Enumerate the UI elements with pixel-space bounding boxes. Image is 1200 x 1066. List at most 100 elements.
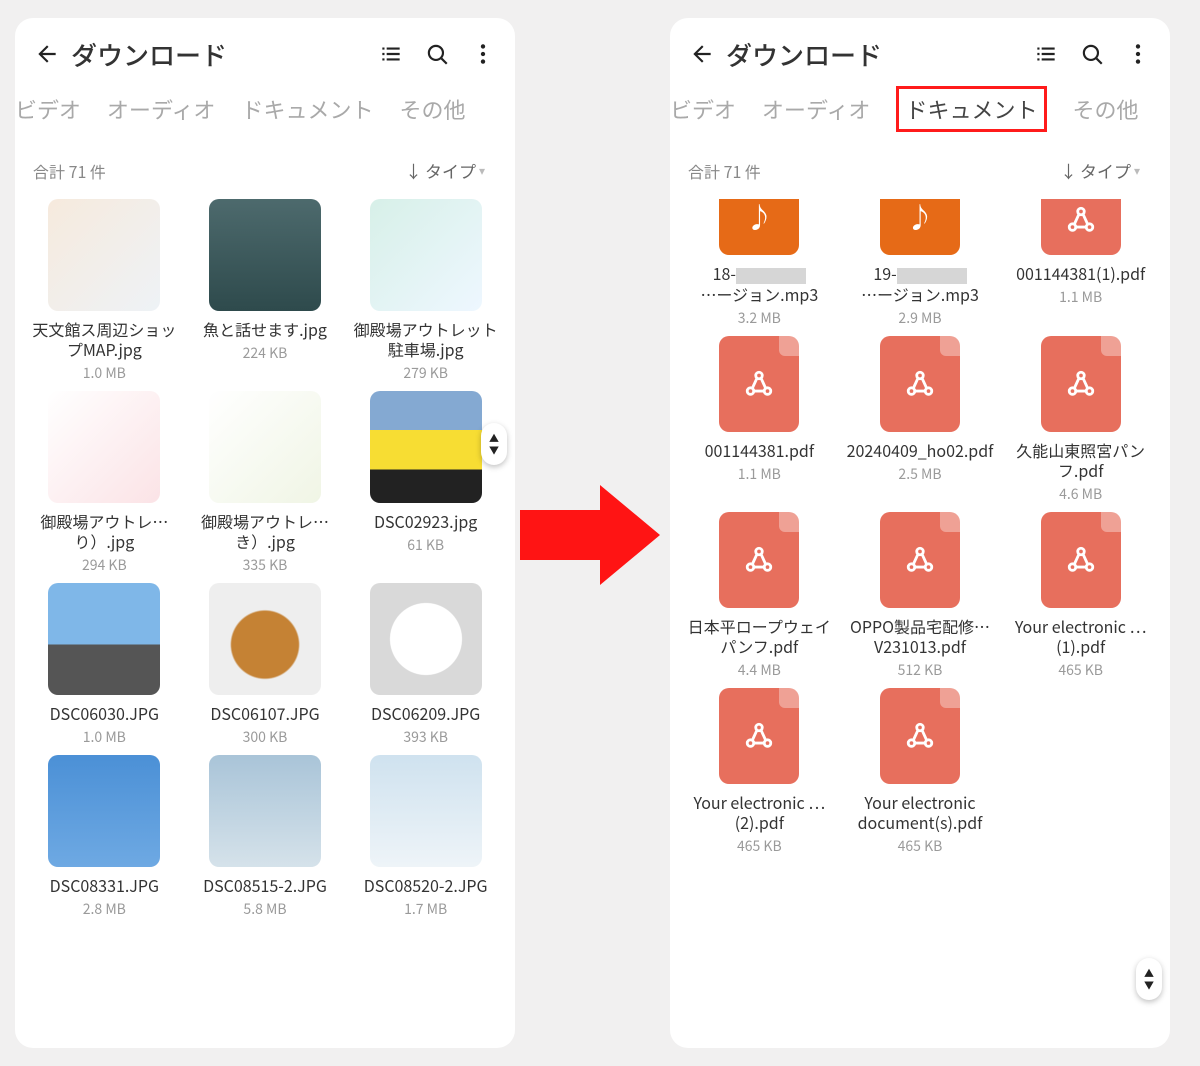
file-item[interactable]: 天文館ス周辺ショップMAP.jpg 1.0 MB	[27, 199, 182, 383]
file-name: DSC06209.JPG	[371, 703, 480, 723]
file-size: 2.5 MB	[898, 464, 941, 484]
file-item[interactable]: DSC08515-2.JPG5.8 MB	[188, 755, 343, 919]
tab-video[interactable]: ビデオ	[670, 93, 736, 125]
file-item[interactable]: 魚と話せます.jpg224 KB	[188, 199, 343, 383]
file-icon	[880, 688, 960, 784]
file-name: 18-…ージョン.mp3	[700, 263, 818, 304]
file-icon	[719, 512, 799, 608]
tab-audio[interactable]: オーディオ	[762, 93, 870, 125]
file-item[interactable]: DSC06030.JPG1.0 MB	[27, 583, 182, 747]
file-item[interactable]: 御殿場アウトレ…き）.jpg335 KB	[188, 391, 343, 575]
more-button[interactable]	[1124, 40, 1152, 68]
more-button[interactable]	[469, 40, 497, 68]
search-button[interactable]	[423, 40, 451, 68]
file-item[interactable]: 001144381.pdf1.1 MB	[682, 336, 837, 504]
file-item[interactable]: 御殿場アウトレット駐車場.jpg279 KB	[348, 199, 503, 383]
sort-button[interactable]: ↓タイプ▾	[1060, 158, 1140, 183]
file-thumbnail	[48, 199, 160, 311]
file-item[interactable]: 御殿場アウトレ…り）.jpg 294 KB	[27, 391, 182, 575]
back-button[interactable]	[684, 36, 720, 72]
category-tabs: ビデオ オーディオ ドキュメント その他	[15, 84, 515, 134]
tab-video[interactable]: ビデオ	[15, 93, 81, 125]
music-note-icon: ♪	[906, 203, 934, 231]
file-size: 3.2 MB	[738, 308, 781, 328]
file-size: 61 KB	[407, 535, 444, 555]
file-item[interactable]: OPPO製品宅配修…V231013.pdf512 KB	[843, 512, 998, 680]
file-name: 御殿場アウトレット駐車場.jpg	[351, 319, 501, 359]
file-thumbnail	[48, 755, 160, 867]
pdf-icon	[1064, 367, 1098, 401]
screen-right: ダウンロード ビデオ オーディオ ドキュメント その他 合計 71 件	[670, 18, 1170, 1048]
file-size: 465 KB	[737, 836, 782, 856]
file-name: Your electronic …(2).pdf	[684, 792, 834, 832]
file-item[interactable]: 日本平ロープウェイパンフ.pdf 4.4 MB	[682, 512, 837, 680]
file-item[interactable]: 001144381(1).pdf1.1 MB	[1003, 199, 1158, 328]
file-name: DSC06030.JPG	[50, 703, 159, 723]
file-icon	[1041, 336, 1121, 432]
file-size: 4.6 MB	[1059, 484, 1102, 504]
file-size: 1.7 MB	[404, 899, 447, 919]
search-button[interactable]	[1078, 40, 1106, 68]
file-thumbnail	[370, 199, 482, 311]
file-size: 393 KB	[403, 727, 448, 747]
search-icon	[1079, 41, 1105, 67]
file-name: 001144381.pdf	[705, 440, 814, 460]
file-item[interactable]: DSC06107.JPG300 KB	[188, 583, 343, 747]
summary-bar: 合計 71 件 ↓タイプ▾	[670, 134, 1170, 189]
more-vertical-icon	[1125, 41, 1151, 67]
file-item[interactable]: Your electronic document(s).pdf465 KB	[843, 688, 998, 856]
file-icon	[719, 688, 799, 784]
file-item[interactable]: DSC08331.JPG 2.8 MB	[27, 755, 182, 919]
file-item[interactable]: Your electronic …(2).pdf 465 KB	[682, 688, 837, 856]
tab-audio[interactable]: オーディオ	[107, 93, 215, 125]
sort-arrow-icon: ↓	[1060, 158, 1077, 183]
pdf-icon	[903, 719, 937, 753]
file-item[interactable]: Your electronic …(1).pdf465 KB	[1003, 512, 1158, 680]
file-name: DSC08331.JPG	[50, 875, 159, 895]
file-thumbnail	[48, 583, 160, 695]
file-icon	[719, 336, 799, 432]
tab-other[interactable]: その他	[400, 93, 466, 125]
sort-button[interactable]: ↓タイプ▾	[405, 158, 485, 183]
file-item[interactable]: DSC02923.jpg61 KB	[348, 391, 503, 575]
tab-documents[interactable]: ドキュメント	[241, 93, 373, 125]
chevron-down-icon: ▾	[479, 162, 485, 179]
file-item[interactable]: DSC06209.JPG 393 KB	[348, 583, 503, 747]
search-icon	[424, 41, 450, 67]
pdf-icon	[1064, 543, 1098, 577]
scroll-handle[interactable]: ▲▼	[1136, 958, 1162, 1000]
scroll-handle[interactable]: ▲▼	[481, 423, 507, 465]
file-thumbnail	[209, 583, 321, 695]
screen-left: ダウンロード ビデオ オーディオ ドキュメント その他 合計 71 件	[15, 18, 515, 1048]
back-arrow-icon	[34, 41, 60, 67]
file-icon	[880, 336, 960, 432]
file-size: 4.4 MB	[738, 660, 781, 680]
file-icon: ♪	[719, 199, 799, 255]
view-toggle-button[interactable]	[377, 40, 405, 68]
file-size: 294 KB	[82, 555, 127, 575]
file-name: 天文館ス周辺ショップMAP.jpg	[29, 319, 179, 359]
file-item[interactable]: DSC08520-2.JPG1.7 MB	[348, 755, 503, 919]
file-grid: ♪18-…ージョン.mp33.2 MB♪19-…ージョン.mp32.9 MB00…	[670, 189, 1170, 856]
file-item[interactable]: 久能山東照宮パンフ.pdf4.6 MB	[1003, 336, 1158, 504]
view-toggle-button[interactable]	[1032, 40, 1060, 68]
tab-documents[interactable]: ドキュメント	[896, 86, 1046, 132]
music-note-icon: ♪	[745, 203, 773, 231]
file-item[interactable]: 20240409_ho02.pdf2.5 MB	[843, 336, 998, 504]
file-item[interactable]: ♪ 18-…ージョン.mp3 3.2 MB	[682, 199, 837, 328]
file-thumbnail	[370, 755, 482, 867]
pdf-icon	[1064, 203, 1098, 237]
header: ダウンロード	[15, 18, 515, 90]
page-title: ダウンロード	[71, 36, 377, 73]
back-button[interactable]	[29, 36, 65, 72]
file-name: 19-…ージョン.mp3	[861, 263, 979, 304]
file-size: 1.0 MB	[83, 363, 126, 383]
file-size: 465 KB	[898, 836, 943, 856]
file-size: 2.8 MB	[83, 899, 126, 919]
tab-other[interactable]: その他	[1073, 93, 1139, 125]
file-name: 日本平ロープウェイパンフ.pdf	[684, 616, 834, 656]
file-name: 001144381(1).pdf	[1016, 263, 1145, 283]
pdf-icon	[742, 543, 776, 577]
file-item[interactable]: ♪19-…ージョン.mp32.9 MB	[843, 199, 998, 328]
file-name: 御殿場アウトレ…り）.jpg	[29, 511, 179, 551]
